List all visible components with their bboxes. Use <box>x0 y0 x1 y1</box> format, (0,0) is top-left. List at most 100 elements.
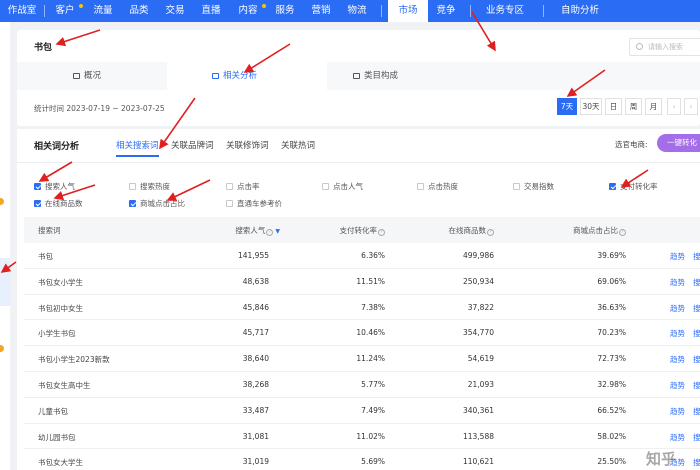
cell-keyword[interactable]: 书包女大学生 <box>38 457 83 468</box>
subtab-related-search[interactable]: 相关搜索词 <box>116 139 159 157</box>
metric-click-heat[interactable]: 点击热度 <box>417 181 458 192</box>
subtab-modifier[interactable]: 关联修饰词 <box>226 139 269 151</box>
trend-link[interactable]: 趋势 <box>670 406 685 417</box>
help-icon[interactable]: ? <box>378 229 385 236</box>
cell-keyword[interactable]: 书包 <box>38 251 53 262</box>
lock-icon <box>353 73 360 79</box>
checkbox[interactable] <box>513 183 520 190</box>
sidebar-active-item[interactable] <box>0 258 10 306</box>
period-day-button[interactable]: 日 <box>605 98 622 115</box>
trend-link[interactable]: 趋势 <box>670 251 685 262</box>
search-link[interactable]: 搜 <box>693 354 700 365</box>
trend-link[interactable]: 趋势 <box>670 354 685 365</box>
metric-search-heat[interactable]: 搜索热度 <box>129 181 170 192</box>
help-icon[interactable]: ? <box>487 229 494 236</box>
cell-mall-click-share: 36.63% <box>597 302 626 312</box>
trend-link[interactable]: 趋势 <box>670 432 685 443</box>
trend-link[interactable]: 趋势 <box>670 277 685 288</box>
trend-link[interactable]: 趋势 <box>670 380 685 391</box>
cell-keyword[interactable]: 书包女小学生 <box>38 277 83 288</box>
metric-click-rate[interactable]: 点击率 <box>226 181 260 192</box>
search-link[interactable]: 搜 <box>693 380 700 391</box>
search-link[interactable]: 搜 <box>693 251 700 262</box>
sort-desc-icon[interactable]: ▼ <box>275 228 280 235</box>
cell-keyword[interactable]: 儿童书包 <box>38 406 68 417</box>
metric-pay-conversion[interactable]: 支付转化率 <box>609 181 658 192</box>
tab-overview[interactable]: 概况 <box>73 62 101 90</box>
checkbox[interactable] <box>34 183 41 190</box>
checkbox[interactable] <box>129 183 136 190</box>
divider <box>17 162 700 163</box>
period-month-button[interactable]: 月 <box>645 98 662 115</box>
period-week-button[interactable]: 周 <box>625 98 642 115</box>
nav-item-marketing[interactable]: 营销 <box>303 0 339 22</box>
next-period-button[interactable]: › <box>684 98 698 115</box>
period-7d-button[interactable]: 7天 <box>557 98 577 115</box>
nav-item-traffic[interactable]: 流量 <box>85 0 121 22</box>
cell-keyword[interactable]: 幼儿园书包 <box>38 432 76 443</box>
lock-icon <box>212 73 219 79</box>
search-link[interactable]: 搜 <box>693 303 700 314</box>
nav-item-live[interactable]: 直播 <box>193 0 229 22</box>
nav-item-content[interactable]: 内容 <box>229 0 267 22</box>
search-link[interactable]: 搜 <box>693 328 700 339</box>
metric-click-popularity[interactable]: 点击人气 <box>322 181 363 192</box>
subtab-brand[interactable]: 关联品牌词 <box>171 139 214 151</box>
search-link[interactable]: 搜 <box>693 277 700 288</box>
nav-item-war-room[interactable]: 作战室 <box>0 0 44 22</box>
nav-separator <box>381 5 382 17</box>
col-online-goods[interactable]: 在线商品数? <box>449 225 494 236</box>
nav-item-competition[interactable]: 竞争 <box>428 0 464 22</box>
search-link[interactable]: 搜 <box>693 457 700 468</box>
nav-item-category[interactable]: 品类 <box>121 0 157 22</box>
cell-search-popularity: 141,955 <box>237 251 269 260</box>
checkbox[interactable] <box>129 200 136 207</box>
nav-item-trade[interactable]: 交易 <box>157 0 193 22</box>
subtab-hot[interactable]: 关联热词 <box>281 139 315 151</box>
cell-pay-conversion: 7.49% <box>361 405 385 415</box>
search-link[interactable]: 搜 <box>693 406 700 417</box>
cell-keyword[interactable]: 书包初中女生 <box>38 303 83 314</box>
checkbox[interactable] <box>226 200 233 207</box>
search-placeholder: 请输入搜索 <box>648 43 683 51</box>
trend-link[interactable]: 趋势 <box>670 328 685 339</box>
checkbox[interactable] <box>322 183 329 190</box>
checkbox[interactable] <box>34 200 41 207</box>
checkbox[interactable] <box>609 183 616 190</box>
checkbox[interactable] <box>226 183 233 190</box>
nav-item-customer[interactable]: 客户 <box>45 0 85 22</box>
metric-trade-index[interactable]: 交易指数 <box>513 181 554 192</box>
nav-item-service[interactable]: 服务 <box>267 0 303 22</box>
metric-ztc-price[interactable]: 直通车参考价 <box>226 198 282 209</box>
col-pay-conversion[interactable]: 支付转化率? <box>340 225 385 236</box>
metric-online-goods[interactable]: 在线商品数 <box>34 198 83 209</box>
col-mall-click-share[interactable]: 商城点击占比? <box>573 225 626 236</box>
cell-keyword[interactable]: 书包小学生2023新款 <box>38 354 110 365</box>
convert-button[interactable]: 一键转化 <box>657 134 700 152</box>
metric-mall-click-share[interactable]: 商城点击占比 <box>129 198 185 209</box>
search-input[interactable]: 请输入搜索 <box>629 38 700 56</box>
trend-link[interactable]: 趋势 <box>670 303 685 314</box>
prev-period-button[interactable]: ‹ <box>667 98 681 115</box>
period-30d-button[interactable]: 30天 <box>580 98 602 115</box>
cell-keyword[interactable]: 书包女生高中生 <box>38 380 91 391</box>
tab-related-analysis[interactable]: 相关分析 <box>167 62 327 90</box>
checkbox[interactable] <box>417 183 424 190</box>
cell-search-popularity: 31,019 <box>242 457 269 467</box>
nav-item-market[interactable]: 市场 <box>388 0 428 22</box>
header-tabs: 概况 相关分析 类目构成 <box>17 62 700 90</box>
search-link[interactable]: 搜 <box>693 432 700 443</box>
metric-search-popularity[interactable]: 搜索人气 <box>34 181 75 192</box>
col-search-popularity[interactable]: 搜索人气? ▼ <box>235 225 280 236</box>
nav-item-logistics[interactable]: 物流 <box>339 0 375 22</box>
tab-category-composition[interactable]: 类目构成 <box>353 62 398 90</box>
nav-item-self-analysis[interactable]: 自助分析 <box>554 0 606 22</box>
cell-keyword[interactable]: 小学生书包 <box>38 328 76 339</box>
lock-icon <box>73 73 80 79</box>
cell-pay-conversion: 11.51% <box>356 276 385 286</box>
help-icon[interactable]: ? <box>266 229 274 236</box>
table-body: 书包 141,955 6.36% 499,986 39.69% 趋势搜书包女小学生 48,6… <box>24 243 700 470</box>
help-icon[interactable]: ? <box>619 229 626 236</box>
cell-online-goods: 37,822 <box>467 302 494 312</box>
nav-item-business-zone[interactable]: 业务专区 <box>477 0 533 22</box>
